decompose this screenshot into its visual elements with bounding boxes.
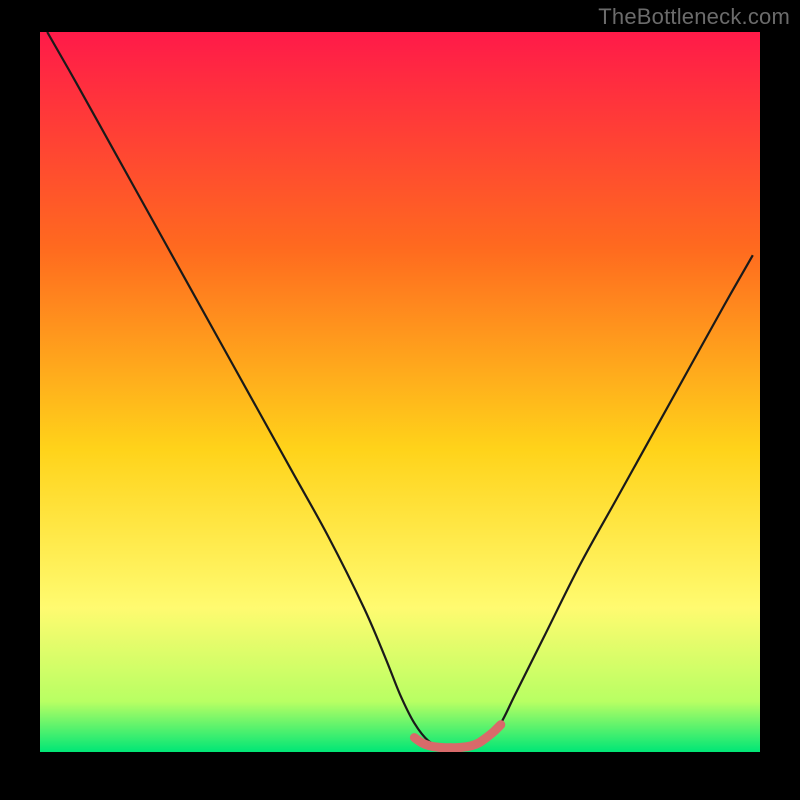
bottleneck-chart [40,32,760,752]
chart-stage: TheBottleneck.com [0,0,800,800]
watermark-text: TheBottleneck.com [598,4,790,30]
gradient-background [40,32,760,752]
